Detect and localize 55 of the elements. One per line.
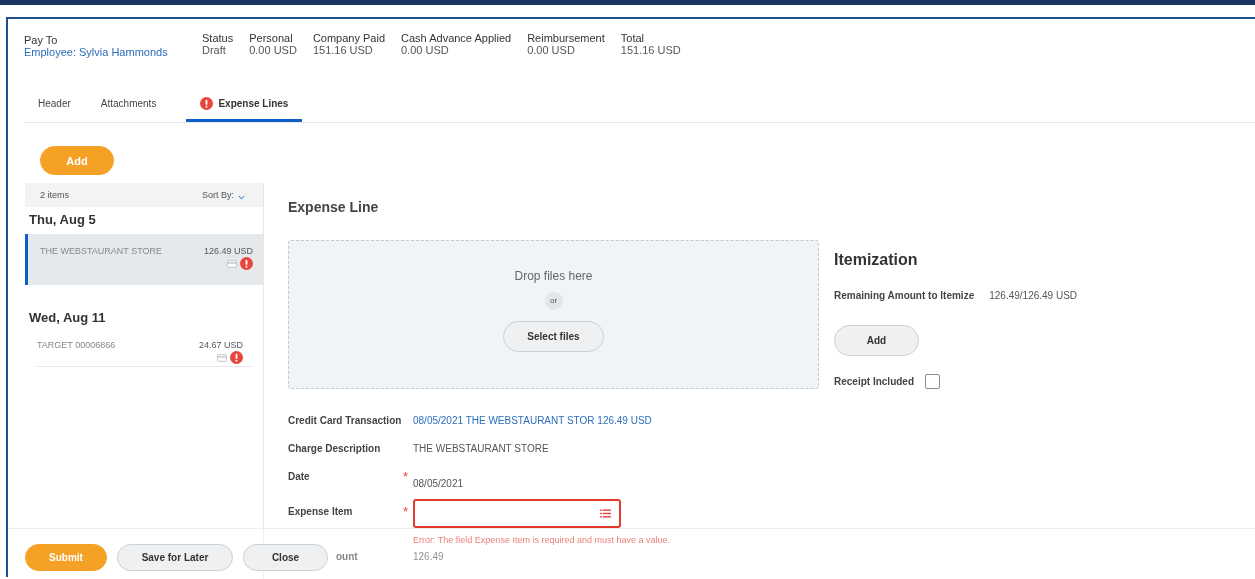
date-heading: Thu, Aug 5: [28, 211, 97, 229]
field-label: Personal: [249, 32, 294, 44]
amount: 24.67 USD: [198, 340, 243, 350]
footer-button[interactable]: Close: [243, 544, 328, 571]
field-label: Date: [288, 471, 311, 482]
field-value: 0.00 USD: [401, 44, 450, 56]
field-label: Receipt Included: [834, 376, 914, 387]
field-value: 08/05/2021: [413, 478, 464, 489]
error-icon: [200, 96, 214, 110]
required-mark: *: [403, 503, 410, 517]
checkbox[interactable]: [925, 374, 940, 389]
field-label: Cash Advance Applied: [401, 32, 512, 44]
field-value: 151.16 USD: [312, 44, 374, 56]
required-mark: *: [403, 471, 410, 482]
field-value: 0.00 USD: [527, 44, 576, 56]
drop-hint: Drop files here: [514, 269, 593, 283]
credit-card-icon: [217, 353, 227, 362]
field-label: Status: [202, 32, 234, 44]
field-value: 0.00 USD: [249, 44, 297, 56]
select-files-button[interactable]: Select files: [503, 321, 604, 352]
field-label: Company Paid: [312, 32, 386, 44]
expense-list-item[interactable]: TARGET 00006866 24.67 USD: [37, 332, 253, 367]
sort-by-control[interactable]: Sort By:: [202, 190, 245, 200]
tab[interactable]: Header: [24, 87, 85, 122]
field-value: 151.16 USD: [620, 44, 681, 56]
expense-item-field[interactable]: [413, 499, 621, 528]
field-label: Total: [620, 32, 646, 44]
field-label: Expense Item: [288, 505, 354, 517]
section-title: Itemization: [834, 251, 919, 269]
amount: 126.49 USD: [203, 246, 253, 256]
field-label: Pay To: [24, 34, 59, 46]
field-value: Draft: [202, 44, 227, 56]
file-drop-zone[interactable]: Drop files here or Select files: [288, 240, 819, 389]
field-label: Charge Description: [288, 443, 382, 454]
merchant-name: THE WEBSTAURANT STORE: [40, 246, 162, 256]
transaction-link[interactable]: 08/05/2021 THE WEBSTAURANT STOR 126.49 USD: [413, 415, 652, 426]
tab[interactable]: Expense Lines: [186, 87, 303, 122]
date-heading: Wed, Aug 11: [28, 309, 107, 327]
expense-list-item[interactable]: THE WEBSTAURANT STORE 126.49 USD: [25, 234, 263, 285]
tab[interactable]: Attachments: [86, 87, 171, 122]
field-label: Remaining Amount to Itemize: [834, 290, 975, 301]
field-value: 126.49/126.49 USD: [989, 290, 1078, 301]
add-button[interactable]: Add: [834, 325, 919, 356]
error-message: Error: The field Expense Item is required and must have a value.: [413, 535, 670, 545]
field-value: THE WEBSTAURANT STORE: [413, 443, 549, 454]
merchant-name: TARGET 00006866: [37, 340, 116, 350]
field-label: Credit Card Transaction: [288, 415, 403, 426]
footer-button[interactable]: Save for Later: [117, 544, 233, 571]
chevron-down-icon: [238, 195, 245, 200]
employee-link[interactable]: Employee: Sylvia Hammonds: [24, 46, 202, 58]
field-label: Reimbursement: [527, 32, 605, 44]
item-count: 2 items: [40, 190, 69, 200]
section-title: Expense Line: [288, 199, 380, 215]
credit-card-icon: [227, 259, 237, 268]
list-icon: [600, 509, 611, 518]
